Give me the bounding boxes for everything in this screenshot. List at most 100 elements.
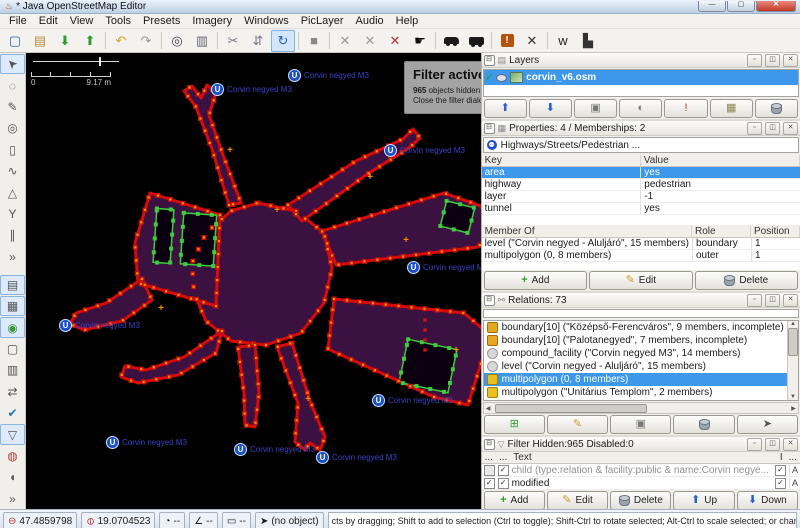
sticky-button[interactable]: ▫ [747,54,762,67]
close-panel-button[interactable]: ✕ [783,54,798,67]
metro-station-marker[interactable]: UCorvin negyed M3 [384,144,465,157]
split-tool-button[interactable]: Y [0,204,25,224]
preset-banner[interactable]: ⚉ Highways/Streets/Pedestrian ... [483,137,799,153]
layer-up-button[interactable]: ⬆ [484,99,527,118]
metro-station-marker[interactable]: UCorvin negyed M3 [106,436,187,449]
open-file-button[interactable]: ▤ [28,30,52,52]
walk-preset-3-button[interactable]: ✕ [383,30,407,52]
filter-inverted-checkbox[interactable]: ✓ [775,465,786,476]
redo-button[interactable]: ↷ [134,30,158,52]
zoom-slider[interactable] [33,61,119,62]
merge-ways-button[interactable]: ⇵ [246,30,270,52]
filter-hiding-checkbox[interactable]: ✓ [498,465,509,476]
metro-station-marker[interactable]: UCorvin negyed M3 [59,319,140,332]
menu-imagery[interactable]: Imagery [186,14,238,28]
menu-view[interactable]: View [64,14,100,28]
commands-toggle-button[interactable]: ▥ [0,360,25,380]
tag-row[interactable]: highwaypedestrian [482,179,800,191]
layer-down-button[interactable]: ⬇ [529,99,572,118]
filter-panel-header[interactable]: ⊟ ▽ Filter Hidden:965 Disabled:0 ▫◫✕ [482,437,800,452]
delete-relation-button[interactable] [673,415,734,434]
delete-button[interactable]: Delete [610,491,671,509]
metro-station-marker[interactable]: UCorvin negyed M3 [316,451,397,464]
menu-edit[interactable]: Edit [33,14,64,28]
menu-windows[interactable]: Windows [238,14,295,28]
duplicate-relation-button[interactable]: ▣ [610,415,671,434]
menu-presets[interactable]: Presets [137,14,186,28]
detach-button[interactable]: ◫ [765,54,780,67]
layer-visibility-button[interactable]: ! [664,99,707,118]
walk-preset-1-button[interactable]: ✕ [333,30,357,52]
detach-button[interactable]: ◫ [765,294,780,307]
layer-row[interactable]: ✓corvin_v6.osm [484,70,798,85]
vertical-scrollbar[interactable]: ▲▼ [787,321,798,400]
unglue-tool-button[interactable]: ∿ [0,161,25,181]
memberof-column-header[interactable]: Member Of [482,226,692,237]
filter-row[interactable]: ✓✓modified✓A [482,477,800,490]
close-panel-button[interactable]: ✕ [783,294,798,307]
metro-station-marker[interactable]: UCorvin negyed M3 [288,69,369,82]
membership-row[interactable]: multipolygon (0, 8 members)outer1 [482,250,800,262]
hiding-column-header[interactable]: ... [499,452,507,463]
changeset-toggle-button[interactable]: ◍ [0,446,25,466]
building-tool-button[interactable]: ▙ [576,30,600,52]
walk-preset-2-button[interactable]: ✕ [358,30,382,52]
unglue-ways-button[interactable]: ✂ [221,30,245,52]
conflicts-toggle-button[interactable]: ⇄ [0,382,25,402]
new-relation-button[interactable]: ⊞ [484,415,545,434]
filter-inverted-checkbox[interactable]: ✓ [775,478,786,489]
layer-active-check-icon[interactable]: ✓ [486,72,494,83]
angle-tool-button[interactable]: △ [0,182,25,202]
menu-file[interactable]: File [3,14,33,28]
select-tool-button[interactable]: ➤ [0,54,25,74]
metro-station-marker[interactable]: UCorvin negyed M3 [407,261,481,274]
more-toggles-button[interactable]: » [0,489,25,509]
imagery-offset-button[interactable]: ! [495,30,519,52]
menu-audio[interactable]: Audio [350,14,390,28]
menu-tools[interactable]: Tools [99,14,137,28]
tag-row[interactable]: layer-1 [482,191,800,203]
metro-station-marker[interactable]: UCorvin negyed M3 [211,83,292,96]
relations-search-strip[interactable] [483,309,799,318]
layers-panel-header[interactable]: ⊟ ▤ Layers ▫◫✕ [482,53,800,68]
tag-row[interactable]: tunnelyes [482,203,800,215]
filter-enabled-checkbox[interactable] [484,465,495,476]
filter-enabled-checkbox[interactable]: ✓ [484,478,495,489]
wms-tool-button[interactable]: w [551,30,575,52]
tag-row[interactable]: areayes [482,167,800,179]
close-panel-button[interactable]: ✕ [783,438,798,451]
text-column-header[interactable]: Text [513,452,774,463]
sticky-button[interactable]: ▫ [747,438,762,451]
collapse-icon[interactable]: ⊟ [484,123,495,134]
upload-data-button[interactable]: ⬆ [78,30,102,52]
update-data-button[interactable]: ↻ [271,30,295,52]
bus-preset-button[interactable] [464,30,488,52]
sticky-button[interactable]: ▫ [747,294,762,307]
membership-row[interactable]: level ("Corvin negyed - Aluljáró", 15 me… [482,238,800,250]
position-column-header[interactable]: Position [751,226,800,237]
minimize-button[interactable]: — [698,1,726,12]
layers-toggle-button[interactable]: ▤ [0,275,25,295]
delete-tool-button[interactable]: ▯ [0,140,25,160]
relation-row[interactable]: multipolygon (0, 8 members) [484,373,787,386]
key-column-header[interactable]: Key [482,155,641,166]
add-button[interactable]: +Add [484,491,545,509]
relation-row[interactable]: multipolygon ("building", 2 members) [484,399,787,400]
collapse-icon[interactable]: ⊟ [484,55,495,66]
piclayer-button[interactable]: ■ [302,30,326,52]
download-data-button[interactable]: ⬇ [53,30,77,52]
horizontal-scrollbar[interactable]: ◀▶ [483,402,799,414]
properties-panel-header[interactable]: ⊟ ▦ Properties: 4 / Memberships: 2 ▫◫✕ [482,121,800,136]
preferences-button[interactable]: ▥ [190,30,214,52]
select-relation-button[interactable]: ➤ [737,415,798,434]
lasso-tool-button[interactable]: ◌ [0,75,25,95]
relations-toggle-button[interactable]: ◉ [0,317,25,337]
metro-station-marker[interactable]: UCorvin negyed M3 [372,394,453,407]
selection-toggle-button[interactable]: ▢ [0,339,25,359]
draw-node-tool-button[interactable]: ✎ [0,97,25,117]
down-button[interactable]: ⬇Down [737,491,798,509]
layer-visible-icon[interactable] [496,74,507,82]
metro-station-marker[interactable]: UCorvin negyed M3 [234,443,315,456]
menu-piclayer[interactable]: PicLayer [295,14,350,28]
filter-toggle-button[interactable]: ▽ [0,424,25,444]
